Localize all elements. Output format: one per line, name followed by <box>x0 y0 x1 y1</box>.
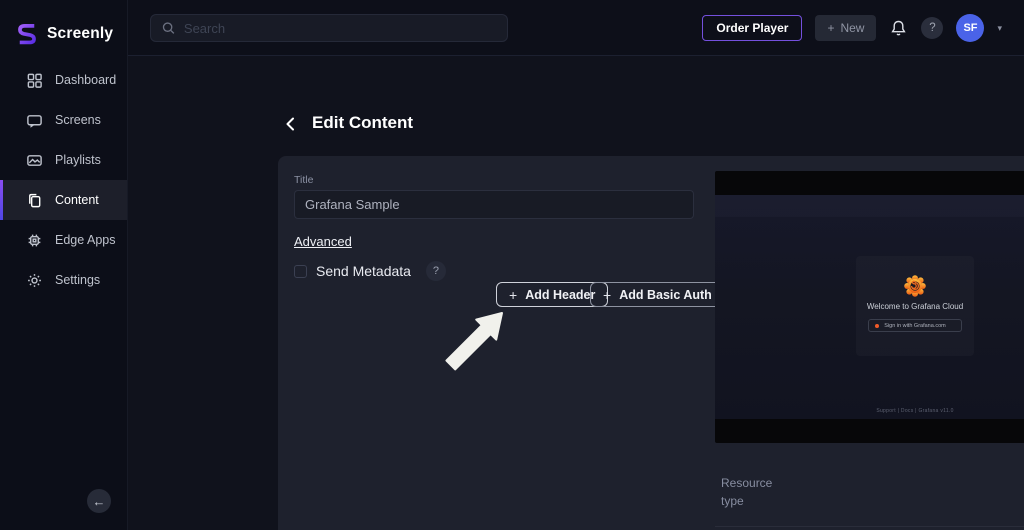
sidebar-nav: Dashboard Screens Playlists Content Edge… <box>0 60 127 300</box>
order-player-button[interactable]: Order Player <box>702 15 803 41</box>
notifications-bell-icon[interactable] <box>889 19 908 38</box>
details-panel: Resource type Web URL https://salmanscre… <box>715 456 1024 530</box>
help-icon: ? <box>929 22 936 34</box>
sidebar-item-label: Screens <box>55 113 101 127</box>
resource-type-row: Resource type Web <box>715 456 1024 527</box>
sidebar-item-label: Edge Apps <box>55 233 116 247</box>
brand-logo[interactable]: Screenly <box>0 0 127 52</box>
avatar-initials: SF <box>963 22 978 34</box>
preview-signin-button: Sign in with Grafana.com <box>868 319 962 332</box>
send-metadata-row: Send Metadata ? <box>294 261 446 281</box>
screens-icon <box>26 112 43 129</box>
plus-icon: + <box>827 21 835 35</box>
grafana-logo-icon <box>904 275 926 297</box>
back-arrow-icon: ← <box>92 493 106 509</box>
advanced-link[interactable]: Advanced <box>294 234 352 249</box>
sidebar-item-label: Settings <box>55 273 101 287</box>
sidebar-item-label: Dashboard <box>55 73 117 87</box>
app-root: Screenly Dashboard Screens Playlists Con… <box>0 0 1024 530</box>
signin-label: Sign in with Grafana.com <box>884 322 946 329</box>
new-button-label: New <box>840 21 865 35</box>
edge-apps-icon <box>26 232 43 249</box>
preview-screen: Welcome to Grafana Cloud Sign in with Gr… <box>715 195 1024 419</box>
main-content: Edit Content Title Advanced Send Metadat… <box>128 56 1024 530</box>
sidebar-item-dashboard[interactable]: Dashboard <box>0 60 127 100</box>
dashboard-icon <box>26 72 43 89</box>
add-basic-auth-button[interactable]: + Add Basic Auth <box>590 282 725 307</box>
avatar[interactable]: SF <box>956 14 985 42</box>
search-icon <box>162 22 175 34</box>
playlists-icon <box>26 152 43 169</box>
chevron-down-icon[interactable]: ▾ <box>997 23 1002 34</box>
send-metadata-checkbox[interactable] <box>294 264 307 278</box>
new-button[interactable]: + New <box>815 15 877 41</box>
add-header-label: Add Header <box>525 287 596 302</box>
preview-footer-text: Support | Docs | Grafana v11.0 <box>876 408 954 414</box>
sidebar: Screenly Dashboard Screens Playlists Con… <box>0 0 128 530</box>
preview-welcome-text: Welcome to Grafana Cloud <box>866 302 964 311</box>
back-button[interactable] <box>281 114 301 134</box>
sidebar-item-content[interactable]: Content <box>0 180 127 220</box>
content-icon <box>26 192 43 209</box>
title-field-label: Title <box>294 174 314 186</box>
settings-icon <box>26 272 43 289</box>
metadata-help-button[interactable]: ? <box>425 261 446 281</box>
sidebar-collapse-button[interactable]: ← <box>87 489 111 513</box>
help-button[interactable]: ? <box>921 17 944 39</box>
send-metadata-label: Send Metadata <box>316 263 411 279</box>
preview-navbar <box>715 195 1024 217</box>
resource-type-label: Resource type <box>721 476 773 508</box>
grafana-dot-icon <box>875 324 879 328</box>
title-input[interactable] <box>294 190 694 219</box>
sidebar-item-screens[interactable]: Screens <box>0 100 127 140</box>
annotation-arrow-icon <box>445 312 503 371</box>
sidebar-item-edge-apps[interactable]: Edge Apps <box>0 220 127 260</box>
add-basic-auth-label: Add Basic Auth <box>619 287 712 302</box>
chevron-left-icon <box>286 117 294 131</box>
edit-content-card: Title Advanced Send Metadata ? + Add Hea… <box>278 156 1024 530</box>
search-box[interactable] <box>150 14 508 42</box>
content-preview: Welcome to Grafana Cloud Sign in with Gr… <box>715 171 1024 443</box>
sidebar-item-settings[interactable]: Settings <box>0 260 127 300</box>
screenly-logo-icon <box>18 23 36 44</box>
sidebar-item-label: Content <box>55 193 99 207</box>
topbar-actions: Order Player + New ? SF ▾ <box>702 14 1002 42</box>
brand-name: Screenly <box>47 24 114 42</box>
page-title: Edit Content <box>312 113 414 132</box>
question-icon: ? <box>432 265 440 277</box>
sidebar-item-playlists[interactable]: Playlists <box>0 140 127 180</box>
topbar: Order Player + New ? SF ▾ <box>128 0 1024 56</box>
plus-icon: + <box>603 286 612 303</box>
sidebar-item-label: Playlists <box>55 153 101 167</box>
search-input[interactable] <box>183 20 497 36</box>
